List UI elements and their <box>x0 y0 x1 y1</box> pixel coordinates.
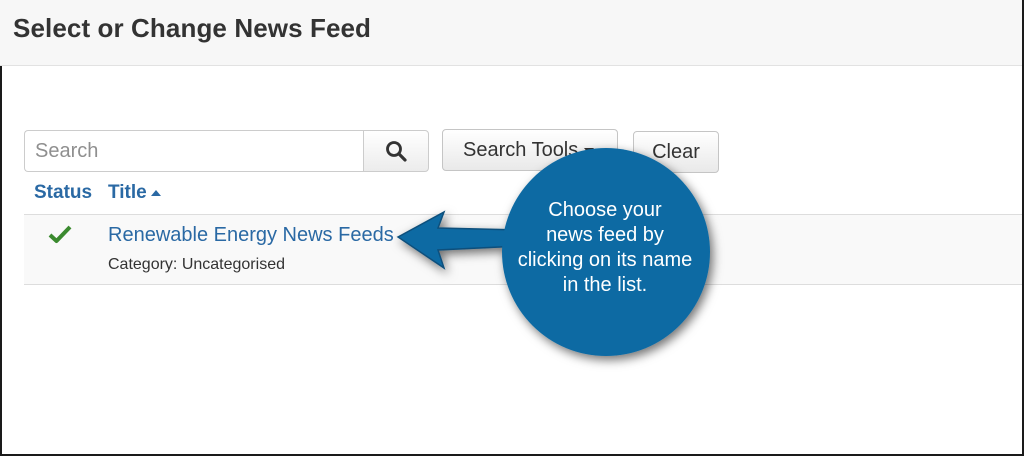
status-published[interactable] <box>48 224 72 249</box>
search-tools-button[interactable]: Search Tools <box>442 129 618 171</box>
page-title: Select or Change News Feed <box>13 13 372 43</box>
magnifier-icon <box>386 141 407 162</box>
sort-asc-icon <box>150 190 161 196</box>
clear-button[interactable]: Clear <box>633 131 719 173</box>
callout-line: clicking on its name <box>517 249 693 271</box>
callout-text: Choose your news feed by clicking on its… <box>505 198 705 298</box>
callout-line: news feed by <box>546 224 664 246</box>
caret-down-icon <box>584 148 595 154</box>
search-button[interactable] <box>363 130 429 172</box>
feed-category: Category: Uncategorised <box>108 256 285 273</box>
callout-line: Choose your <box>548 199 662 221</box>
search-input[interactable] <box>24 130 364 172</box>
column-header-status[interactable]: Status <box>34 182 92 204</box>
column-header-title-label: Title <box>108 182 147 203</box>
feed-title-link[interactable]: Renewable Energy News Feeds <box>108 224 394 247</box>
column-header-title[interactable]: Title <box>108 182 161 204</box>
search-tools-label: Search Tools <box>463 138 579 161</box>
page-header: Select or Change News Feed <box>0 0 1022 66</box>
checkmark-icon <box>48 225 72 243</box>
callout-line: in the list. <box>562 274 648 296</box>
